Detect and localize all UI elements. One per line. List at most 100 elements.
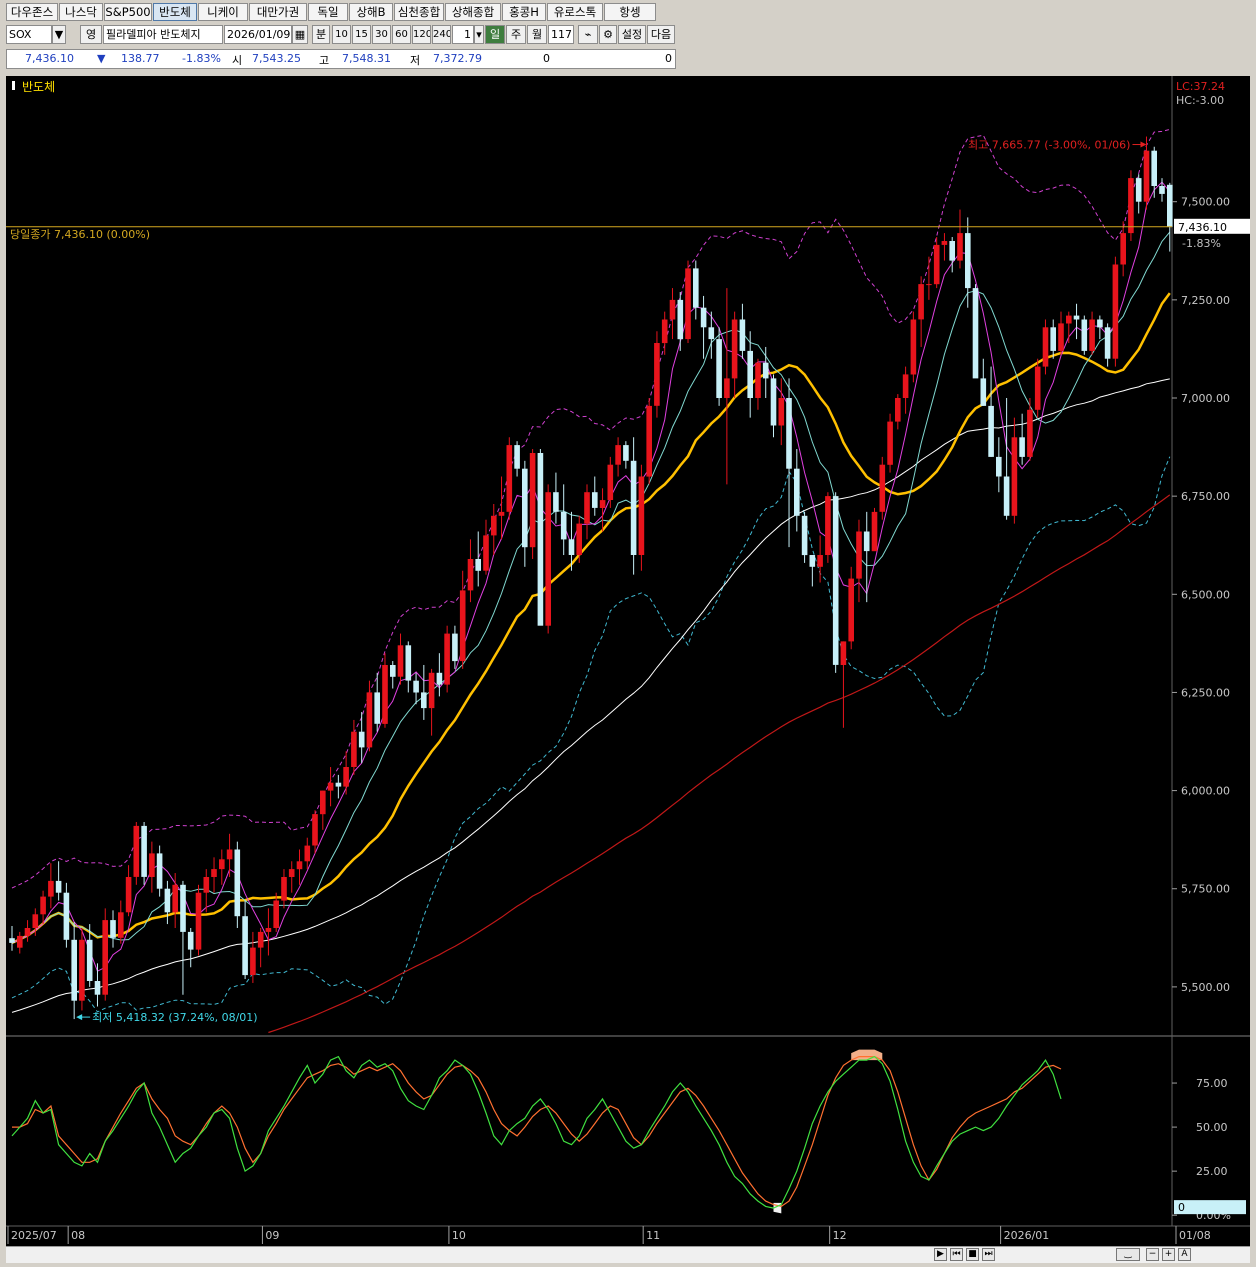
candle-body [848,578,854,642]
candle-body [716,339,722,398]
candle-body [1151,150,1157,186]
candle-body [1097,319,1103,328]
last-price-badge-pct: -1.83% [1182,237,1221,250]
candle-body [55,880,62,893]
price-chart-svg[interactable]: 당일종가 7,436.10 (0.00%) 7,436.10 -1.83% 반도체 LC… [6,76,1250,1246]
current-price-label: 당일종가 7,436.10 (0.00%) [10,227,150,241]
symbol-input[interactable]: SOX [6,25,52,44]
y-tick-label: 6,000.00 [1181,785,1230,798]
sub-y-tick-label: 50.00 [1196,1121,1228,1134]
scroll-first-icon[interactable]: ⏮ [950,1248,963,1261]
low-price: 7,372.79 [433,52,482,65]
gear-icon[interactable]: ⚙ [599,25,617,44]
scroll-last-icon[interactable]: ⏭ [982,1248,995,1261]
candle-body [592,492,598,508]
chart-title: 반도체 [22,80,55,94]
candle-body [576,523,582,555]
ma120-line [268,494,1171,1034]
candle-body [226,849,233,860]
candle-body [211,869,217,877]
candle-body [661,319,668,344]
tab-12[interactable]: 항셍 [604,3,656,21]
calendar-icon[interactable]: ▦ [292,25,308,44]
chart-area[interactable]: 당일종가 7,436.10 (0.00%) 7,436.10 -1.83% 반도체 LC… [6,76,1250,1246]
tab-5[interactable]: 대만가권 [249,3,307,21]
candle-body [685,268,691,340]
low-label: 저 [410,54,421,67]
open-label: 시 [232,54,243,67]
x-tick-label: 11 [646,1229,660,1242]
candle-body [724,378,730,398]
max-arrow-head [1140,141,1147,148]
x-tick-label: 10 [452,1229,466,1242]
period-2-button[interactable]: 30 [372,25,391,44]
tab-6[interactable]: 독일 [308,3,348,21]
candle-body [972,288,979,379]
candle-body [794,468,800,516]
tab-3[interactable]: 반도체 [153,3,197,21]
tab-4[interactable]: 니케이 [198,3,248,21]
stoch-k-line [11,1055,1062,1209]
candle-body [832,496,839,665]
zoom-slider-icon[interactable]: ‿ [1116,1248,1140,1261]
chart-tool-icon[interactable]: ⌁ [578,25,598,44]
candle-body [257,931,264,948]
candle-body [1042,327,1049,367]
candle-body [187,931,194,950]
scroll-right-icon[interactable]: ▶ [934,1248,947,1261]
minute-button[interactable]: 분 [312,25,330,44]
tab-0[interactable]: 다우존스 [6,3,58,21]
add-icon[interactable]: + [1162,1248,1175,1261]
language-toggle-button[interactable]: 영 [80,25,102,44]
candle-body [801,515,808,556]
bar-count-input[interactable]: 117 [548,25,574,44]
candle-body [374,692,380,724]
period-3-button[interactable]: 60 [392,25,411,44]
tab-1[interactable]: 나스닥 [59,3,103,21]
price-change-pct: -1.83% [182,52,221,65]
zoom-out-icon[interactable]: − [1146,1248,1159,1261]
tab-7[interactable]: 상해B [349,3,393,21]
candle-body [382,665,388,724]
period-5-button[interactable]: 240 [432,25,451,44]
x-tick-label: 2025/07 [11,1229,57,1242]
period-day-button[interactable]: 일 [485,25,505,44]
k-value-badge-text: 0 [1178,1201,1185,1214]
period-4-button[interactable]: 120 [412,25,431,44]
period-0-button[interactable]: 10 [332,25,351,44]
candle-body [288,869,295,877]
period-week-button[interactable]: 주 [506,25,526,44]
candle-body [545,492,551,626]
period-month-button[interactable]: 월 [527,25,547,44]
count-dropdown-icon[interactable]: ▾ [474,25,484,44]
next-button[interactable]: 다음 [647,25,675,44]
tab-8[interactable]: 심천종합 [394,3,444,21]
candle-body [71,939,77,1001]
date-input[interactable]: 2026/01/09 [224,25,292,44]
sub-y-tick-label: 75.00 [1196,1077,1228,1090]
y-tick-label: 7,000.00 [1181,392,1230,405]
tab-2[interactable]: S&P500 [104,3,152,21]
candle-body [1167,184,1173,227]
candle-body [343,767,349,787]
candle-body [708,327,715,340]
tab-11[interactable]: 유로스톡 [547,3,603,21]
stop-icon[interactable]: ■ [966,1248,979,1261]
font-size-icon[interactable]: A [1178,1248,1191,1261]
tab-9[interactable]: 상해종합 [445,3,501,21]
symbol-dropdown-icon[interactable]: ▼ [52,25,66,44]
quote-strip: 7,436.10 ▼ 138.77 -1.83% 시 7,543.25 고 7,… [6,49,676,69]
horizontal-scrollbar[interactable]: ▶ ⏮ ■ ⏭ ‿ − + A [6,1246,1250,1263]
tab-10[interactable]: 홍콩H [502,3,546,21]
candle-body [747,350,753,398]
settings-button[interactable]: 설정 [618,25,646,44]
y-tick-label: 6,500.00 [1181,588,1230,601]
candle-body [327,782,334,791]
period-1-button[interactable]: 15 [352,25,371,44]
candle-body [125,877,132,913]
index-name-field: 필라델피아 반도체지 [103,25,223,44]
candle-body [879,464,886,512]
candle-body [180,884,186,932]
count-input[interactable]: 1 [452,25,474,44]
candle-body [234,849,241,917]
